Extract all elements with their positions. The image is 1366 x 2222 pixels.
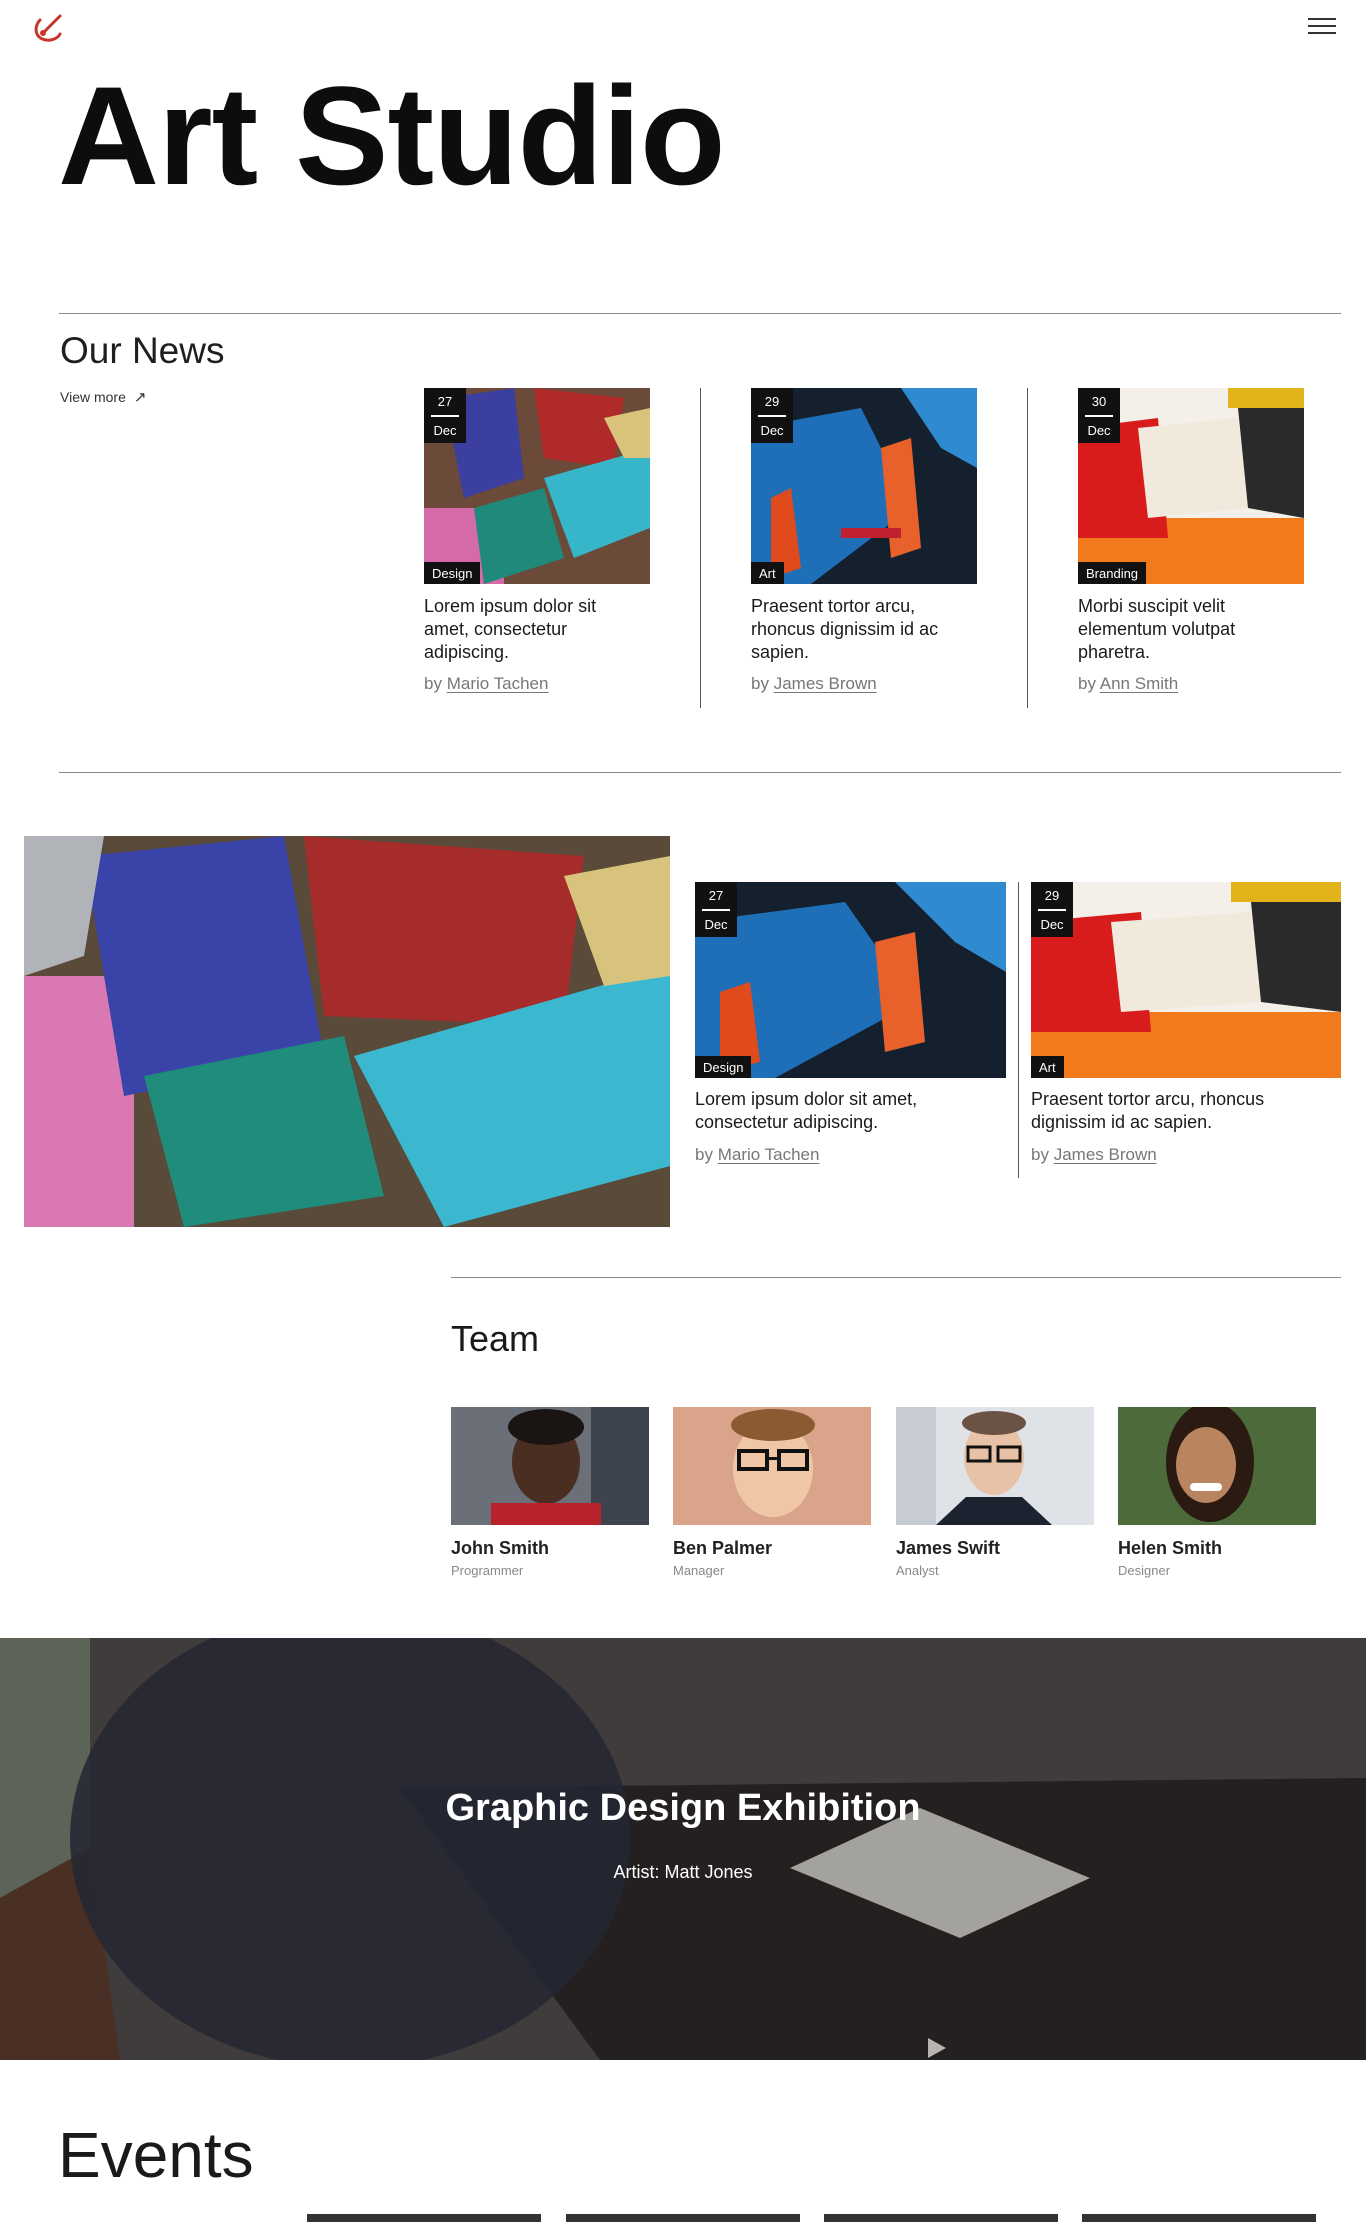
news-heading: Our News	[60, 330, 225, 371]
exhibition-title: Graphic Design Exhibition	[445, 1787, 921, 1829]
featured-image[interactable]	[24, 836, 670, 1227]
view-more-label: View more	[60, 389, 126, 405]
arrow-up-right-icon: ↗	[133, 389, 147, 406]
news-byline-2: by James Brown	[751, 674, 877, 693]
event-card[interactable]	[1082, 2214, 1316, 2222]
card-divider	[1018, 882, 1019, 1178]
hamburger-menu-icon[interactable]	[1308, 18, 1336, 38]
date-badge: 29 Dec	[751, 388, 793, 444]
divider	[451, 1277, 1341, 1278]
member-name[interactable]: James Swift	[896, 1538, 1000, 1559]
news-title-3[interactable]: Morbi suscipit velit elementum volutpat …	[1078, 595, 1278, 664]
member-name[interactable]: Ben Palmer	[673, 1538, 772, 1559]
member-photo-1[interactable]	[451, 1407, 649, 1525]
member-role: Manager	[673, 1563, 725, 1578]
category-badge[interactable]: Design	[695, 1056, 752, 1078]
events-heading: Events	[58, 2119, 254, 2191]
featured-news-image-2[interactable]: 29 Dec Art	[1031, 882, 1341, 1078]
page-title: Art Studio	[58, 57, 726, 214]
card-divider	[700, 388, 701, 708]
news-byline-1: by Mario Tachen	[424, 674, 549, 693]
member-name[interactable]: Helen Smith	[1118, 1538, 1222, 1559]
exhibition-banner[interactable]	[0, 1638, 1366, 2060]
member-role: Designer	[1118, 1563, 1171, 1578]
view-more-link[interactable]: View more ↗	[60, 388, 146, 406]
member-name[interactable]: John Smith	[451, 1538, 549, 1559]
category-badge[interactable]: Design	[424, 562, 481, 584]
featured-byline-1: by Mario Tachen	[695, 1145, 820, 1164]
featured-byline-2: by James Brown	[1031, 1145, 1157, 1164]
date-badge: 27 Dec	[695, 882, 737, 938]
author-link[interactable]: Ann Smith	[1100, 674, 1178, 693]
card-divider	[1027, 388, 1028, 708]
featured-news-title-2[interactable]: Praesent tortor arcu, rhoncus dignissim …	[1031, 1088, 1331, 1134]
news-byline-3: by Ann Smith	[1078, 674, 1179, 693]
news-image-1[interactable]: 27 Dec Design	[424, 388, 650, 584]
date-badge: 27 Dec	[424, 388, 466, 444]
date-badge: 30 Dec	[1078, 388, 1120, 444]
news-image-3[interactable]: 30 Dec Branding	[1078, 388, 1304, 584]
member-photo-2[interactable]	[673, 1407, 871, 1525]
play-icon[interactable]	[924, 2036, 948, 2060]
author-link[interactable]: James Brown	[1054, 1145, 1157, 1164]
news-image-2[interactable]: 29 Dec Art	[751, 388, 977, 584]
member-role: Analyst	[896, 1563, 939, 1578]
featured-news-image-1[interactable]: 27 Dec Design	[695, 882, 1006, 1078]
news-title-1[interactable]: Lorem ipsum dolor sit amet, consectetur …	[424, 595, 624, 664]
featured-news-title-1[interactable]: Lorem ipsum dolor sit amet, consectetur …	[695, 1088, 995, 1134]
divider	[59, 313, 1341, 314]
brush-logo-icon[interactable]	[30, 10, 66, 46]
member-photo-4[interactable]	[1118, 1407, 1316, 1525]
date-badge: 29 Dec	[1031, 882, 1073, 938]
divider	[59, 772, 1341, 773]
category-badge[interactable]: Branding	[1078, 562, 1147, 584]
category-badge[interactable]: Art	[751, 562, 784, 584]
event-card[interactable]	[824, 2214, 1058, 2222]
author-link[interactable]: James Brown	[774, 674, 877, 693]
event-card[interactable]	[307, 2214, 541, 2222]
author-link[interactable]: Mario Tachen	[447, 674, 549, 693]
exhibition-artist: Artist: Matt Jones	[613, 1862, 753, 1882]
team-heading: Team	[451, 1318, 540, 1359]
author-link[interactable]: Mario Tachen	[718, 1145, 820, 1164]
category-badge[interactable]: Art	[1031, 1056, 1064, 1078]
member-photo-3[interactable]	[896, 1407, 1094, 1525]
event-card[interactable]	[566, 2214, 800, 2222]
member-role: Programmer	[451, 1563, 524, 1578]
news-title-2[interactable]: Praesent tortor arcu, rhoncus dignissim …	[751, 595, 951, 664]
